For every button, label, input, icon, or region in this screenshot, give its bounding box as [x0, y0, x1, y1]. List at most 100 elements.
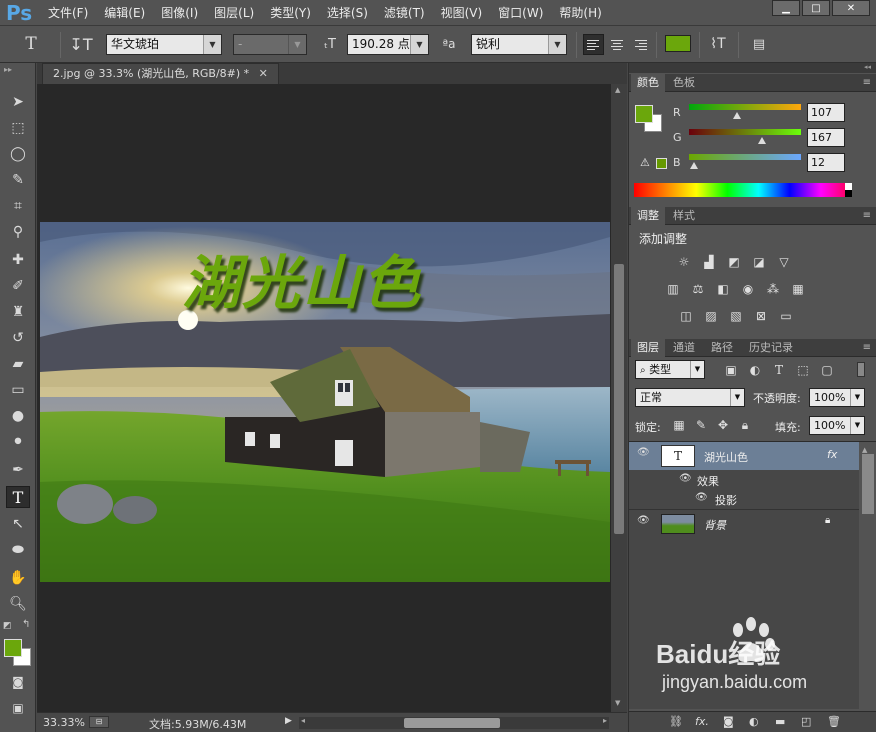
blur-tool-icon[interactable]: ● — [6, 405, 30, 427]
font-size-select[interactable]: 190.28 点 ▼ — [347, 34, 429, 55]
photo-filter-icon[interactable]: ◉ — [740, 282, 756, 296]
blue-slider-thumb[interactable] — [690, 162, 698, 169]
green-slider-thumb[interactable] — [758, 137, 766, 144]
canvas-area[interactable]: 湖光山色 — [37, 84, 611, 712]
filter-toggle[interactable] — [857, 362, 865, 377]
document-image[interactable]: 湖光山色 — [40, 222, 610, 582]
tab-swatches[interactable]: 色板 — [667, 74, 701, 92]
panel-menu-icon[interactable]: ≡ — [863, 77, 871, 88]
color-spectrum[interactable] — [634, 183, 852, 197]
red-slider[interactable] — [689, 104, 801, 110]
channel-mixer-icon[interactable]: ⁂ — [765, 282, 781, 296]
exposure-icon[interactable]: ◪ — [751, 255, 767, 269]
red-value-field[interactable]: 107 — [807, 103, 845, 122]
zoom-tool-icon[interactable]: 🔍︎ — [6, 593, 30, 615]
maximize-button[interactable]: □ — [802, 0, 830, 16]
new-layer-icon[interactable]: ◰ — [801, 715, 811, 728]
horizontal-scrollbar[interactable]: ◂ ▸ — [299, 716, 609, 729]
filter-pixel-icon[interactable]: ▣ — [723, 363, 739, 377]
quick-mask-icon[interactable]: ◙ — [6, 671, 30, 693]
panel-collapse-icon[interactable]: ◂◂ — [629, 63, 876, 73]
fx-badge[interactable]: fx — [827, 448, 837, 461]
vertical-scrollbar[interactable]: ▲ ▼ — [611, 84, 627, 712]
history-brush-tool-icon[interactable]: ↺ — [6, 327, 30, 349]
layer-effects-row[interactable]: 👁︎ 效果 — [629, 470, 859, 490]
layer-effect-drop-shadow[interactable]: 👁︎ 投影 — [629, 489, 859, 509]
trash-icon[interactable]: 🗑︎ — [827, 715, 841, 728]
curves-icon[interactable]: ◩ — [726, 255, 742, 269]
eyedropper-tool-icon[interactable]: ⚲ — [6, 221, 30, 243]
menu-select[interactable]: 选择(S) — [319, 5, 376, 21]
align-left-button[interactable] — [583, 34, 604, 55]
text-color-swatch[interactable] — [665, 35, 691, 52]
type-tool-icon[interactable]: T — [6, 486, 30, 508]
mask-icon[interactable]: ◙ — [723, 715, 734, 728]
hand-tool-icon[interactable]: ✋ — [6, 567, 30, 589]
adjustment-icon[interactable]: ◐ — [749, 715, 759, 728]
gradient-tool-icon[interactable]: ▭ — [6, 379, 30, 401]
status-preview-icon[interactable]: ⊟ — [89, 716, 109, 728]
scroll-left-icon[interactable]: ◂ — [301, 716, 305, 725]
eraser-tool-icon[interactable]: ▰ — [6, 353, 30, 375]
brightness-icon[interactable]: ☼ — [676, 255, 692, 269]
path-select-tool-icon[interactable]: ↖ — [6, 513, 30, 535]
close-button[interactable]: ✕ — [832, 0, 870, 16]
menu-help[interactable]: 帮助(H) — [551, 5, 609, 21]
layer-filter-select[interactable]: ⌕ 类型 ▼ — [635, 360, 705, 379]
scroll-up-icon[interactable]: ▲ — [615, 86, 620, 94]
pen-tool-icon[interactable]: ✒ — [6, 459, 30, 481]
blue-value-field[interactable]: 12 — [807, 153, 845, 172]
panel-menu-icon[interactable]: ≡ — [863, 342, 871, 353]
posterize-icon[interactable]: ▨ — [703, 309, 719, 323]
brush-tool-icon[interactable]: ✐ — [6, 275, 30, 297]
close-icon[interactable]: ✕ — [259, 67, 268, 80]
foreground-color-swatch[interactable] — [635, 105, 653, 123]
threshold-icon[interactable]: ▧ — [728, 309, 744, 323]
canvas-text-layer[interactable]: 湖光山色 — [182, 236, 422, 320]
scroll-right-icon[interactable]: ▸ — [603, 716, 607, 725]
gamut-warning-icon[interactable]: ⚠ — [640, 156, 650, 169]
crop-tool-icon[interactable]: ⌗ — [6, 195, 30, 217]
tab-history[interactable]: 历史记录 — [743, 339, 799, 357]
zoom-level[interactable]: 33.33% — [43, 716, 85, 729]
filter-adjustment-icon[interactable]: ◐ — [747, 363, 763, 377]
menu-view[interactable]: 视图(V) — [433, 5, 491, 21]
filter-type-icon[interactable]: T — [771, 363, 787, 377]
menu-type[interactable]: 类型(Y) — [262, 5, 319, 21]
scroll-down-icon[interactable]: ▼ — [615, 699, 620, 707]
black-white-ramp[interactable] — [845, 183, 852, 197]
tab-adjustments[interactable]: 调整 — [631, 207, 665, 225]
green-value-field[interactable]: 167 — [807, 128, 845, 147]
layers-scroll-thumb[interactable] — [862, 454, 874, 514]
opacity-field[interactable]: 100% ▼ — [809, 388, 865, 407]
layer-name[interactable]: 背景 — [704, 517, 726, 533]
selective-color-icon[interactable]: ⊠ — [753, 309, 769, 323]
tab-color[interactable]: 颜色 — [631, 74, 665, 92]
lock-all-icon[interactable]: 🔒︎ — [737, 418, 753, 432]
default-colors-icon[interactable]: ◩ — [3, 621, 12, 631]
lasso-tool-icon[interactable]: ◯ — [6, 143, 30, 165]
lock-position-icon[interactable]: ✥ — [715, 418, 731, 432]
menu-filter[interactable]: 滤镜(T) — [376, 5, 433, 21]
levels-icon[interactable]: ▟ — [701, 255, 717, 269]
healing-brush-tool-icon[interactable]: ✚ — [6, 249, 30, 271]
font-family-select[interactable]: 华文琥珀 ▼ — [106, 34, 222, 55]
color-balance-icon[interactable]: ⚖ — [690, 282, 706, 296]
document-tab[interactable]: 2.jpg @ 33.3% (湖光山色, RGB/8#) * ✕ — [42, 63, 279, 84]
menu-file[interactable]: 文件(F) — [40, 5, 96, 21]
layer-row-text[interactable]: 👁︎ T 湖光山色 fx — [629, 442, 859, 470]
fx-icon[interactable]: fx. — [695, 715, 709, 728]
tab-layers[interactable]: 图层 — [631, 339, 665, 357]
link-icon[interactable]: ⛓ — [669, 715, 683, 728]
antialias-select[interactable]: 锐利 ▼ — [471, 34, 567, 55]
tab-channels[interactable]: 通道 — [667, 339, 701, 357]
eye-icon[interactable]: 👁︎ — [637, 515, 650, 526]
lock-transparent-icon[interactable]: ▦ — [671, 418, 687, 432]
blend-mode-select[interactable]: 正常 ▼ — [635, 388, 745, 407]
lock-image-icon[interactable]: ✎ — [693, 418, 709, 432]
horizontal-scroll-thumb[interactable] — [404, 718, 500, 728]
menu-window[interactable]: 窗口(W) — [490, 5, 551, 21]
scroll-up-icon[interactable]: ▲ — [862, 446, 867, 454]
status-menu-icon[interactable]: ▶ — [285, 716, 292, 726]
align-right-button[interactable] — [629, 34, 650, 55]
